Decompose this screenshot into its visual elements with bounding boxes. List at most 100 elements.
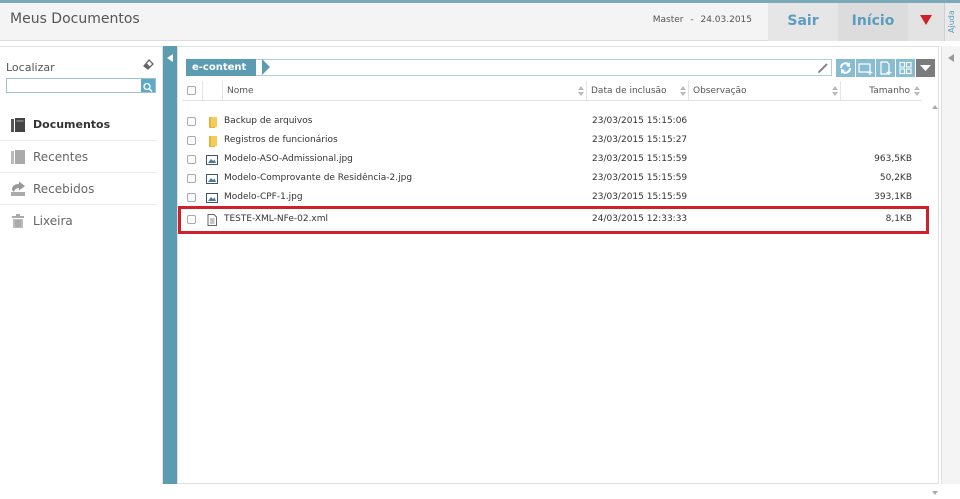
file-date: 23/03/2015 15:15:27 — [592, 135, 688, 145]
file-size: 8,1KB — [885, 214, 912, 224]
sidebar-item-documentos[interactable]: Documentos — [0, 109, 157, 141]
file-browser: e-content Nome Data de inclusão Observaç… — [177, 46, 939, 495]
documents-icon — [11, 118, 25, 132]
file-name: Modelo-ASO-Admissional.jpg — [224, 154, 353, 164]
sidebar-item-lixeira[interactable]: Lixeira — [0, 205, 157, 237]
chevron-down-icon — [920, 65, 931, 71]
file-name: Backup de arquivos — [224, 116, 313, 126]
column-label: Tamanho — [869, 86, 910, 96]
xml-file-icon — [207, 214, 217, 226]
file-name: Modelo-CPF-1.jpg — [224, 192, 303, 202]
sidebar-item-label: Documentos — [33, 118, 111, 131]
sidebar-item-recentes[interactable]: Recentes — [0, 141, 157, 173]
table-row-selected[interactable]: TESTE-XML-NFe-02.xml 24/03/2015 12:33:33… — [178, 206, 929, 234]
refresh-button[interactable] — [836, 59, 855, 77]
new-file-icon — [880, 61, 892, 75]
grid-view-button[interactable] — [896, 59, 915, 77]
image-file-icon — [206, 155, 218, 165]
menu-dropdown-button[interactable] — [908, 3, 944, 41]
file-date: 23/03/2015 15:15:59 — [592, 192, 688, 202]
file-date: 23/03/2015 15:15:59 — [592, 154, 688, 164]
table-row[interactable]: Backup de arquivos 23/03/2015 15:15:06 — [182, 113, 922, 132]
column-header-size[interactable]: Tamanho — [840, 81, 922, 101]
column-label: Nome — [227, 86, 254, 96]
search-label: Localizar — [6, 61, 55, 74]
help-label: Ajuda — [947, 10, 956, 33]
user-info: Master - 24.03.2015 — [600, 15, 752, 25]
file-size: 963,5KB — [874, 154, 912, 164]
help-tab[interactable]: Ajuda — [944, 3, 960, 41]
file-size: 393,1KB — [874, 192, 912, 202]
folder-icon — [209, 136, 217, 147]
new-folder-icon — [858, 63, 873, 75]
browser-toolbar: e-content — [186, 57, 935, 77]
column-header-observation[interactable]: Observação — [688, 81, 840, 101]
column-spacer — [202, 81, 222, 101]
right-panel-toggle[interactable] — [941, 46, 960, 484]
search-box — [6, 78, 156, 93]
search-button[interactable] — [141, 79, 155, 93]
sidebar-item-label: Recebidos — [33, 182, 95, 196]
file-date: 24/03/2015 12:33:33 — [592, 214, 688, 224]
sidebar-item-label: Lixeira — [33, 214, 73, 228]
file-size: 50,2KB — [879, 173, 912, 183]
new-folder-button[interactable] — [856, 59, 875, 77]
column-header-date[interactable]: Data de inclusão — [586, 81, 688, 101]
search-icon — [143, 82, 153, 93]
more-options-button[interactable] — [916, 59, 935, 77]
path-field[interactable] — [256, 59, 832, 76]
breadcrumb[interactable]: e-content — [186, 59, 257, 76]
table-row[interactable]: Modelo-Comprovante de Residência-2.jpg 2… — [182, 170, 922, 189]
row-checkbox[interactable] — [187, 155, 196, 164]
row-checkbox[interactable] — [187, 117, 196, 126]
logout-button[interactable]: Sair — [768, 3, 838, 41]
triangle-down-icon — [920, 15, 932, 25]
search-input[interactable] — [7, 79, 141, 92]
table-row[interactable]: Registros de funcionários 23/03/2015 15:… — [182, 132, 922, 151]
row-checkbox[interactable] — [187, 174, 196, 183]
row-checkbox[interactable] — [187, 193, 196, 202]
session-date: 24.03.2015 — [700, 15, 752, 25]
row-checkbox[interactable] — [187, 215, 196, 224]
vertical-scrollbar[interactable] — [930, 101, 940, 499]
trash-icon — [12, 214, 24, 228]
sidebar-splitter[interactable] — [163, 46, 177, 484]
file-table: Nome Data de inclusão Observação Tamanho… — [178, 81, 938, 495]
table-row[interactable]: Modelo-ASO-Admissional.jpg 23/03/2015 15… — [182, 151, 922, 170]
new-file-button[interactable] — [876, 59, 895, 77]
collapse-left-icon — [167, 54, 173, 62]
table-header: Nome Data de inclusão Observação Tamanho — [182, 81, 922, 101]
sort-icon — [578, 86, 584, 96]
column-label: Data de inclusão — [591, 86, 667, 96]
select-all-checkbox[interactable] — [187, 86, 196, 95]
eraser-icon[interactable] — [141, 57, 155, 71]
user-name: Master — [652, 15, 684, 25]
column-header-name[interactable]: Nome — [222, 81, 586, 101]
column-label: Observação — [693, 86, 747, 96]
grid-view-icon — [899, 61, 912, 75]
page-title: Meus Documentos — [10, 11, 140, 27]
sort-icon — [914, 86, 920, 96]
sort-icon — [680, 86, 686, 96]
row-checkbox[interactable] — [187, 136, 196, 145]
breadcrumb-arrow — [262, 59, 270, 75]
sort-icon — [832, 86, 838, 96]
file-date: 23/03/2015 15:15:06 — [592, 116, 688, 126]
refresh-icon — [840, 62, 851, 74]
recent-icon — [11, 150, 25, 164]
sidebar-item-label: Recentes — [33, 150, 89, 164]
image-file-icon — [206, 193, 218, 203]
home-button[interactable]: Início — [838, 3, 908, 41]
table-row[interactable]: Modelo-CPF-1.jpg 23/03/2015 15:15:59 393… — [182, 189, 922, 208]
collapse-right-icon — [948, 54, 954, 62]
file-name: Registros de funcionários — [224, 135, 338, 145]
sidebar-item-recebidos[interactable]: Recebidos — [0, 173, 157, 205]
app-header: Meus Documentos Master - 24.03.2015 Sair… — [0, 3, 960, 41]
file-name: Modelo-Comprovante de Residência-2.jpg — [224, 173, 413, 183]
user-separator: - — [690, 15, 694, 25]
folder-icon — [209, 117, 217, 128]
file-date: 23/03/2015 15:15:59 — [592, 173, 688, 183]
pencil-icon[interactable] — [816, 61, 830, 75]
file-name: TESTE-XML-NFe-02.xml — [224, 214, 329, 224]
image-file-icon — [206, 174, 218, 184]
